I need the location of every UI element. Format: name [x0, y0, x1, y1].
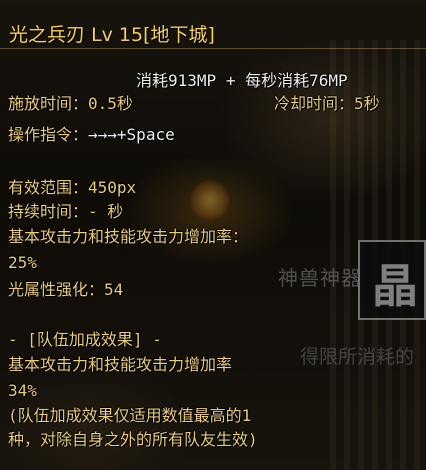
- skill-name: 光之兵刃: [9, 24, 86, 46]
- attack-increase-label: 基本攻击力和技能攻击力增加率：: [8, 227, 249, 246]
- duration: 持续时间：- 秒: [8, 202, 124, 221]
- mp-cost: 消耗913MP: [136, 71, 217, 90]
- tooltip-divider: [0, 48, 426, 49]
- party-attack-increase-label: 基本攻击力和技能攻击力增加率: [8, 355, 233, 374]
- skill-title: 光之兵刃 Lv 15[地下城]: [9, 20, 215, 47]
- cooldown-time: 冷却时间：5秒: [274, 94, 380, 113]
- party-attack-increase-value: 34%: [8, 381, 37, 400]
- party-bonus-header: - [队伍加成效果] -: [8, 330, 162, 349]
- command-sequence: →→→+Space: [88, 125, 175, 144]
- command-label: 操作指令：: [8, 125, 89, 144]
- skill-location: [地下城]: [143, 24, 215, 46]
- party-note-line-2: 种，对除自身之外的所有队友生效): [8, 430, 258, 449]
- mp-cost-row: 消耗913MP + 每秒消耗76MP: [136, 71, 348, 91]
- cast-time: 施放时间：0.5秒: [8, 94, 133, 113]
- party-note-line-1: (队伍加成效果仅适用数值最高的1: [8, 406, 252, 425]
- cost-plus: +: [225, 71, 236, 90]
- effective-range: 有效范围：450px: [8, 178, 137, 197]
- skill-level: Lv 15: [91, 24, 144, 46]
- light-enhance: 光属性强化：54: [8, 280, 124, 299]
- command-row: 操作指令：→→→+Space: [8, 125, 175, 145]
- attack-increase-value: 25%: [8, 253, 37, 272]
- mp-per-second: 每秒消耗76MP: [245, 71, 348, 90]
